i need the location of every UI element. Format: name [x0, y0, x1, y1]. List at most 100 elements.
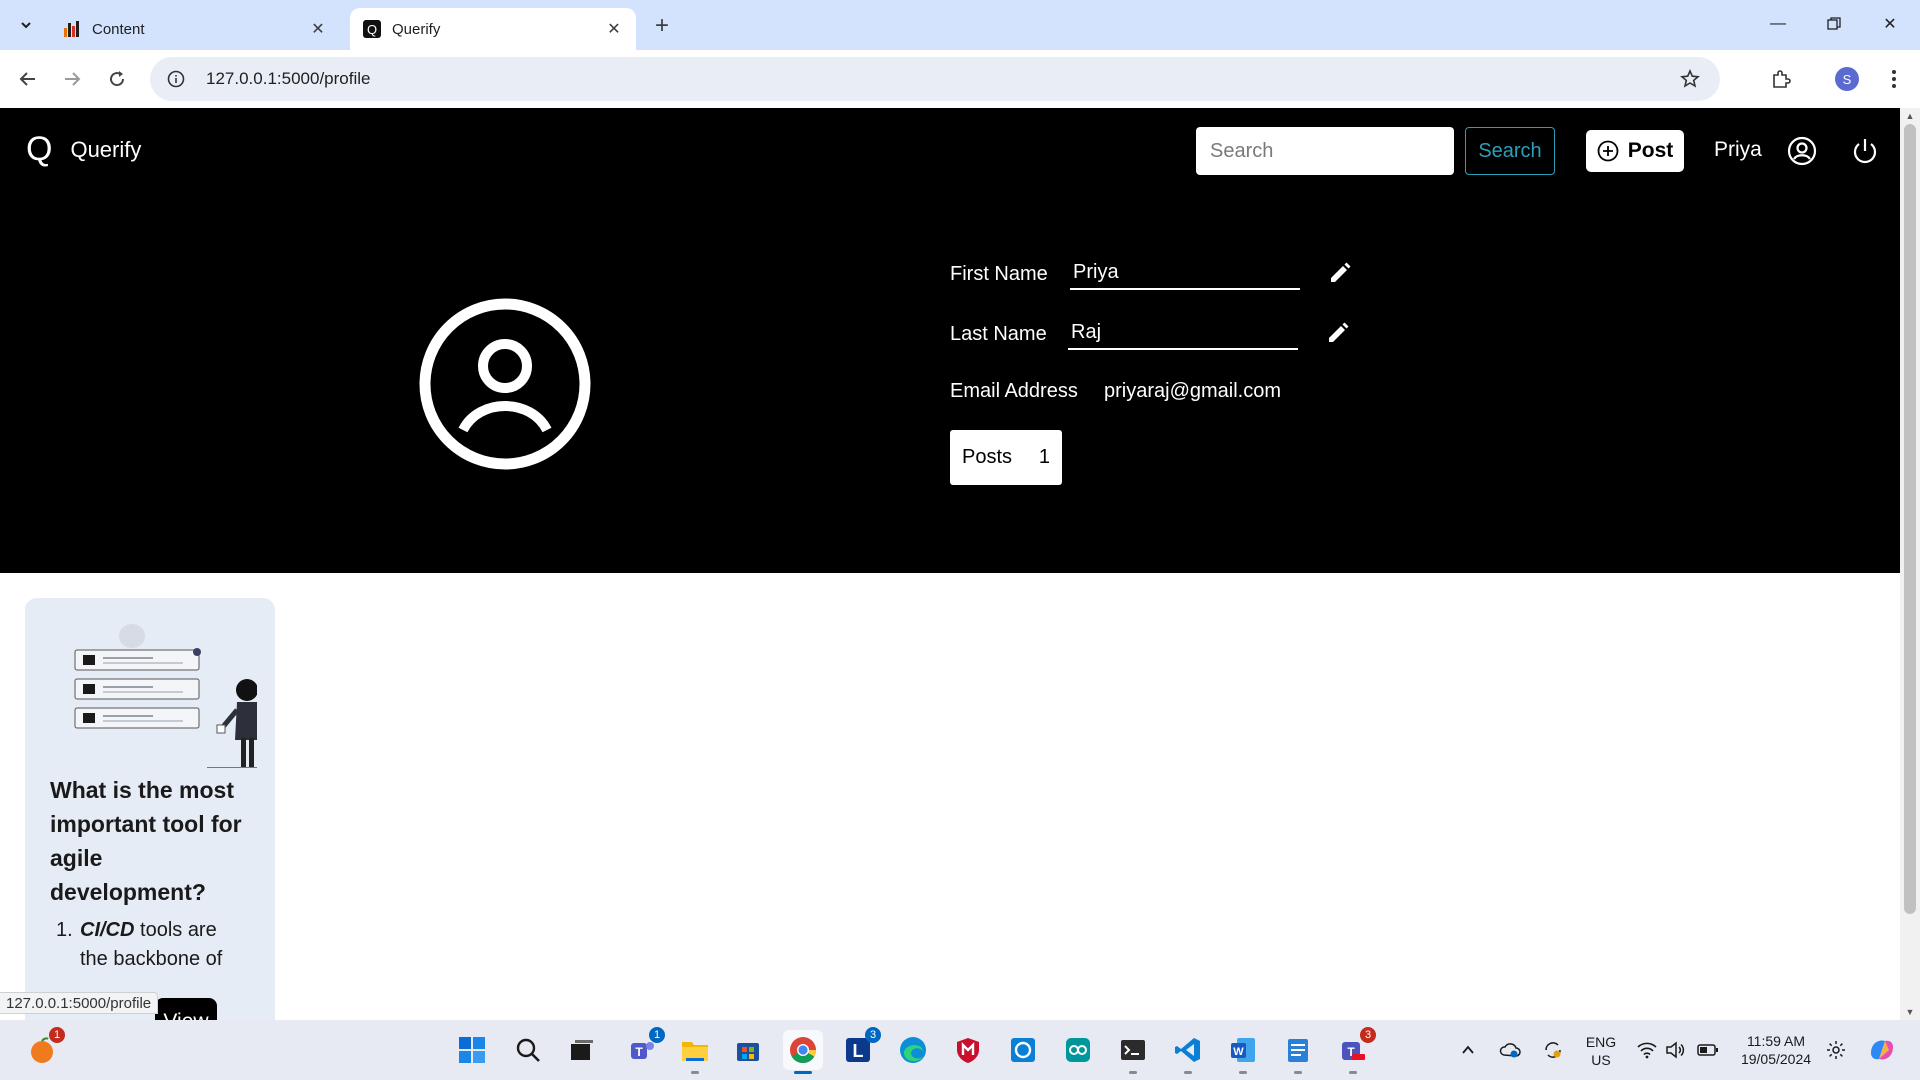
clock-date: 19/05/2024	[1740, 1051, 1812, 1067]
edit-first-name-button[interactable]	[1326, 259, 1354, 287]
posts-count-badge[interactable]: Posts 1	[950, 430, 1062, 485]
word-icon[interactable]: W	[1223, 1030, 1263, 1074]
sync-icon[interactable]	[1538, 1030, 1568, 1070]
search-icon[interactable]	[508, 1030, 548, 1070]
back-button[interactable]	[12, 63, 44, 95]
tab-content[interactable]: Content ✕	[50, 8, 340, 50]
vscode-icon[interactable]	[1168, 1030, 1208, 1074]
profile-button[interactable]	[1786, 135, 1818, 167]
teams-new-icon[interactable]: T 3	[1333, 1027, 1376, 1074]
wifi-icon[interactable]	[1633, 1030, 1661, 1070]
tab-search-button[interactable]	[10, 9, 42, 41]
edit-last-name-button[interactable]	[1324, 319, 1352, 347]
notepad-icon[interactable]	[1278, 1030, 1318, 1074]
file-explorer-icon[interactable]	[675, 1030, 715, 1074]
mcafee-icon[interactable]	[948, 1030, 988, 1070]
chevron-up-icon	[1462, 1045, 1474, 1054]
battery-icon[interactable]	[1694, 1030, 1722, 1070]
last-name-field[interactable]: Raj	[1068, 316, 1298, 350]
notification-badge: 1	[49, 1027, 65, 1043]
notification-badge: 1	[649, 1027, 665, 1043]
site-info-icon[interactable]	[164, 67, 188, 91]
first-name-field[interactable]: Priya	[1070, 256, 1300, 290]
volume-icon[interactable]	[1661, 1030, 1689, 1070]
edge-icon[interactable]	[893, 1030, 933, 1070]
puzzle-icon	[1773, 70, 1791, 88]
address-bar[interactable]: 127.0.0.1:5000/profile	[150, 57, 1720, 101]
browser-menu-button[interactable]	[1878, 63, 1910, 95]
profile-header: Q Querify Search Post Priya First Name P…	[0, 108, 1900, 573]
windows-taskbar: 1 T 1 L 3 W T 3 ENG US 11:59 AM 19/05/20…	[0, 1020, 1920, 1080]
brand[interactable]: Q Querify	[26, 130, 141, 169]
scroll-down-arrow[interactable]: ▼	[1900, 1004, 1920, 1020]
arduino-icon[interactable]	[1058, 1030, 1098, 1070]
more-vertical-icon	[1892, 70, 1896, 88]
settings-gear-icon[interactable]	[1822, 1030, 1850, 1070]
copilot-icon[interactable]	[1862, 1030, 1902, 1070]
list-bold-text: CI/CD	[80, 919, 135, 941]
scrollbar-thumb[interactable]	[1904, 124, 1916, 914]
url-text[interactable]: 127.0.0.1:5000/profile	[206, 69, 370, 89]
first-name-label: First Name	[950, 263, 1048, 285]
scroll-up-arrow[interactable]: ▲	[1900, 108, 1920, 124]
region-code: US	[1591, 1052, 1611, 1068]
onedrive-icon[interactable]	[1495, 1030, 1525, 1070]
close-icon[interactable]: ✕	[604, 19, 624, 39]
running-indicator	[794, 1071, 812, 1074]
arrow-left-icon	[19, 72, 35, 86]
post-excerpt: 1. CI/CD tools are the backbone of	[56, 916, 240, 974]
cortana-app-icon[interactable]	[1003, 1030, 1043, 1070]
microsoft-store-icon[interactable]	[728, 1030, 768, 1070]
notification-badge: 3	[1360, 1027, 1376, 1043]
post-title[interactable]: What is the most important tool for agil…	[50, 773, 260, 909]
brand-logo: Q	[26, 130, 53, 168]
clock[interactable]: 11:59 AM 19/05/2024	[1730, 1032, 1822, 1068]
chrome-icon[interactable]	[783, 1030, 823, 1074]
fruit-app-icon[interactable]: 1	[22, 1027, 65, 1070]
new-post-button[interactable]: Post	[1586, 130, 1684, 172]
list-number: 1.	[56, 919, 73, 941]
profile-button[interactable]: S	[1831, 63, 1863, 95]
posts-label: Posts	[962, 446, 1013, 468]
restore-button[interactable]	[1806, 8, 1862, 40]
windows-start-icon[interactable]	[452, 1030, 492, 1070]
post-card[interactable]: What is the most important tool for agil…	[25, 598, 275, 1020]
view-post-button[interactable]: View	[155, 998, 217, 1020]
terminal-icon[interactable]	[1113, 1030, 1153, 1074]
language-indicator[interactable]: ENG US	[1583, 1033, 1619, 1069]
close-window-button[interactable]: ✕	[1862, 8, 1918, 40]
notification-badge: 3	[865, 1027, 881, 1043]
email-value: priyaraj@gmail.com	[1104, 380, 1282, 402]
minimize-button[interactable]: —	[1750, 8, 1806, 40]
svg-text:W: W	[1233, 1046, 1244, 1058]
posts-count: 1	[1038, 446, 1050, 468]
extensions-button[interactable]	[1765, 63, 1797, 95]
forward-button[interactable]	[56, 63, 88, 95]
user-circle-icon	[1787, 136, 1817, 166]
current-user-name[interactable]: Priya	[1714, 138, 1762, 162]
new-tab-button[interactable]: +	[648, 12, 676, 40]
bookmark-star-icon[interactable]	[1678, 67, 1702, 91]
email-label: Email Address	[950, 380, 1078, 402]
plus-circle-icon	[1597, 140, 1619, 162]
power-icon	[1853, 139, 1877, 164]
tab-querify[interactable]: Q Querify ✕	[350, 8, 636, 50]
pencil-icon	[1329, 322, 1349, 342]
page-viewport: Q Querify Search Post Priya First Name P…	[0, 108, 1920, 1020]
search-button[interactable]: Search	[1465, 127, 1555, 175]
task-view-icon[interactable]	[562, 1030, 602, 1070]
status-url-tooltip: 127.0.0.1:5000/profile	[0, 992, 159, 1014]
reload-button[interactable]	[101, 63, 133, 95]
search-input[interactable]	[1196, 127, 1454, 175]
teams-icon[interactable]: T 1	[622, 1027, 665, 1070]
page-scrollbar[interactable]: ▲ ▼	[1900, 108, 1920, 1020]
pencil-icon	[1331, 262, 1351, 282]
running-indicator	[1349, 1071, 1357, 1074]
show-hidden-icons-button[interactable]	[1454, 1030, 1482, 1070]
running-indicator	[691, 1071, 699, 1074]
clock-time: 11:59 AM	[1746, 1033, 1806, 1049]
close-icon[interactable]: ✕	[308, 19, 328, 39]
l-app-icon[interactable]: L 3	[838, 1027, 881, 1070]
logout-button[interactable]	[1849, 135, 1881, 167]
restore-icon	[1827, 17, 1841, 30]
